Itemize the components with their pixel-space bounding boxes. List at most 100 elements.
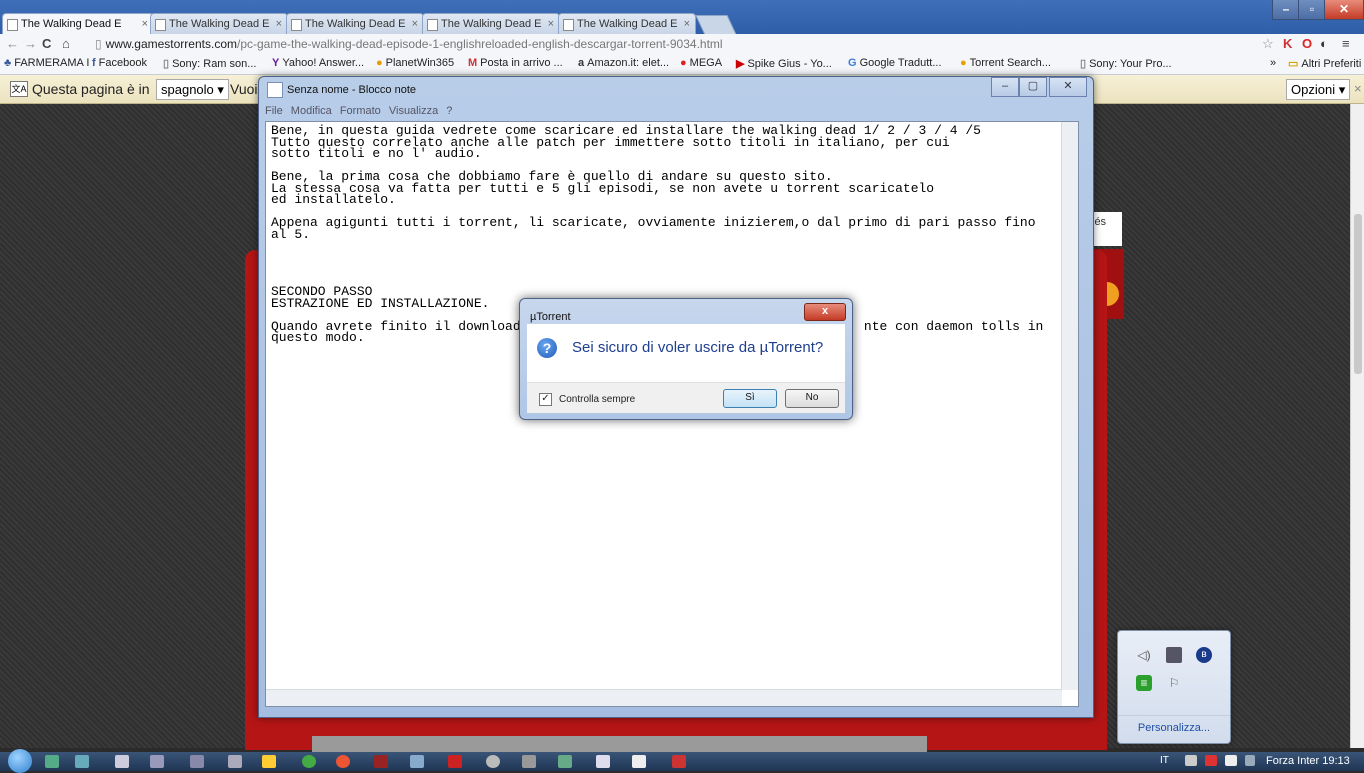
taskbar-app-icon[interactable]	[672, 755, 686, 768]
taskbar-app-icon[interactable]	[448, 755, 462, 768]
bookmark[interactable]: f Facebook	[92, 57, 147, 69]
torrent-search-icon: ●	[960, 57, 967, 69]
other-bookmarks[interactable]: ▭ Altri Preferiti	[1288, 57, 1361, 70]
close-window-icon[interactable]: ✕	[1324, 0, 1364, 20]
tray-icon[interactable]	[1225, 755, 1237, 766]
notepad-taskbar-icon[interactable]	[596, 755, 610, 768]
language-indicator[interactable]: IT	[1160, 755, 1169, 766]
horizontal-scrollbar[interactable]	[266, 689, 1062, 706]
taskbar-app-icon[interactable]	[115, 755, 129, 768]
youtube-icon: ▶	[736, 58, 745, 70]
dialog-footer: ✓ Controlla sempre Sì No	[527, 382, 845, 413]
taskbar-app-icon[interactable]	[150, 755, 164, 768]
amazon-icon: a	[578, 57, 585, 69]
bookmark[interactable]: ● MEGA	[680, 57, 722, 69]
taskbar-app-icon[interactable]	[228, 755, 242, 768]
planetwin-icon: ●	[376, 57, 383, 69]
taskbar-app-icon[interactable]	[632, 755, 646, 768]
page-icon	[563, 19, 574, 31]
close-icon[interactable]: ×	[142, 14, 148, 34]
chrome-icon[interactable]	[336, 755, 350, 768]
page-icon: ▯	[1080, 58, 1087, 70]
menu-icon[interactable]: ≡	[1342, 36, 1350, 51]
browser-tab[interactable]: The Walking Dead E ×	[150, 13, 288, 34]
customize-link[interactable]: Personalizza...	[1118, 715, 1230, 734]
green-app-icon[interactable]: ≡	[1136, 675, 1152, 691]
taskbar-app-icon[interactable]	[558, 755, 572, 768]
back-icon[interactable]: ←	[6, 36, 19, 51]
taskbar-app-icon[interactable]	[190, 755, 204, 768]
language-link[interactable]: iés	[1092, 212, 1122, 246]
menu-file[interactable]: File	[265, 105, 283, 117]
volume-icon[interactable]: ◁)	[1136, 647, 1152, 663]
page-icon: ▯	[95, 37, 102, 51]
star-icon[interactable]: ☆	[1262, 36, 1274, 52]
bookmark[interactable]: ▯ Sony: Your Pro...	[1080, 57, 1172, 70]
browser-tab[interactable]: The Walking Dead E ×	[2, 13, 154, 34]
taskbar-app-icon[interactable]	[410, 755, 424, 768]
bookmark[interactable]: Y Yahoo! Answer...	[272, 57, 364, 69]
extension-icon[interactable]: ◐	[1320, 36, 1328, 51]
forward-icon[interactable]: →	[24, 36, 37, 51]
taskbar-app-icon[interactable]	[374, 755, 388, 768]
bookmark[interactable]: M Posta in arrivo ...	[468, 57, 563, 69]
always-check-checkbox[interactable]: ✓	[539, 393, 552, 406]
browser-tab[interactable]: The Walking Dead E ×	[422, 13, 560, 34]
bookmark[interactable]: a Amazon.it: elet...	[578, 57, 669, 69]
bookmark[interactable]: ▯ Sony: Ram son...	[163, 57, 256, 70]
minimize-icon[interactable]: –	[1272, 0, 1300, 20]
close-button[interactable]: x	[804, 303, 846, 321]
clock[interactable]: Forza Inter 19:13	[1266, 755, 1350, 767]
bookmark[interactable]: G Google Tradutt...	[848, 57, 942, 69]
utorrent-icon[interactable]	[302, 755, 316, 768]
home-icon[interactable]: ⌂	[62, 36, 70, 51]
close-icon[interactable]: ×	[548, 14, 554, 34]
menu-modifica[interactable]: Modifica	[291, 105, 332, 117]
folder-icon[interactable]	[262, 755, 276, 768]
tray-icon[interactable]	[1185, 755, 1197, 766]
bluetooth-icon[interactable]: ʙ	[1196, 647, 1212, 663]
extension-k-icon[interactable]: K	[1283, 36, 1292, 51]
browser-tab[interactable]: The Walking Dead E ×	[558, 13, 696, 34]
maximize-icon[interactable]: ▫	[1298, 0, 1326, 20]
yes-button[interactable]: Sì	[723, 389, 777, 408]
close-icon[interactable]: ×	[1354, 81, 1362, 96]
browser-tab[interactable]: The Walking Dead E ×	[286, 13, 424, 34]
page-scrollbar[interactable]	[1350, 104, 1364, 748]
new-tab-button[interactable]	[695, 15, 737, 35]
extension-o-icon[interactable]: O	[1302, 36, 1312, 51]
close-icon[interactable]: ×	[412, 14, 418, 34]
bookmark[interactable]: ● PlanetWin365	[376, 57, 454, 69]
bookmark[interactable]: ● Torrent Search...	[960, 57, 1051, 69]
close-icon[interactable]: ×	[684, 14, 690, 34]
maximize-icon[interactable]: ▢	[1019, 77, 1047, 97]
bookmark[interactable]: ▶ Spike Gius - Yo...	[736, 57, 832, 70]
tray-icon[interactable]	[1205, 755, 1217, 766]
translate-prompt: Vuoi	[230, 81, 258, 97]
taskbar-app-icon[interactable]	[45, 755, 59, 768]
taskbar-app-icon[interactable]	[522, 755, 536, 768]
signal-icon[interactable]	[1245, 755, 1255, 766]
menu-visualizza[interactable]: Visualizza	[389, 105, 438, 117]
options-select[interactable]: Opzioni ▾	[1286, 79, 1351, 100]
language-select[interactable]: spagnolo ▾	[156, 79, 229, 100]
taskbar-app-icon[interactable]	[75, 755, 89, 768]
reload-icon[interactable]: C	[42, 36, 51, 51]
address-bar[interactable]: ▯ www.gamestorrents.com/pc-game-the-walki…	[95, 36, 1245, 52]
close-icon[interactable]: ✕	[1049, 77, 1087, 97]
folder-icon: ▭	[1288, 58, 1299, 70]
bookmark[interactable]: ♣ FARMERAMA I	[4, 57, 89, 69]
no-button[interactable]: No	[785, 389, 839, 408]
menu-help[interactable]: ?	[446, 105, 452, 117]
network-icon[interactable]	[1166, 647, 1182, 663]
vertical-scrollbar[interactable]	[1061, 122, 1078, 690]
close-icon[interactable]: ×	[276, 14, 282, 34]
flag-icon[interactable]: ⚐	[1166, 675, 1182, 691]
taskbar-app-icon[interactable]	[486, 755, 500, 768]
start-button[interactable]	[8, 749, 32, 773]
bookmarks-overflow[interactable]: »	[1270, 57, 1276, 69]
minimize-icon[interactable]: –	[991, 77, 1019, 97]
page-icon	[291, 19, 302, 31]
scrollbar-thumb[interactable]	[1354, 214, 1362, 374]
menu-formato[interactable]: Formato	[340, 105, 381, 117]
